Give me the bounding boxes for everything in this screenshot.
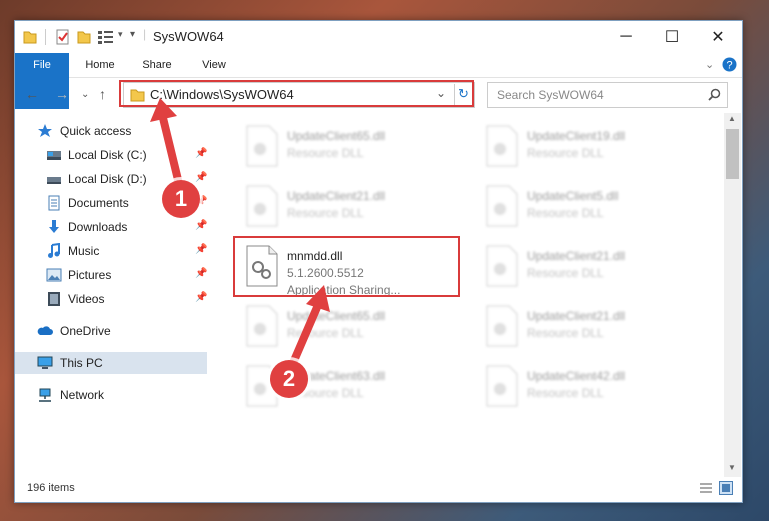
arrow-1 — [159, 114, 184, 192]
arrowhead-1 — [150, 98, 177, 122]
step-badge-2: 2 — [270, 360, 308, 398]
annotation-arrows — [150, 98, 330, 374]
step-badge-1: 1 — [162, 180, 200, 218]
arrowhead-2 — [306, 285, 330, 312]
